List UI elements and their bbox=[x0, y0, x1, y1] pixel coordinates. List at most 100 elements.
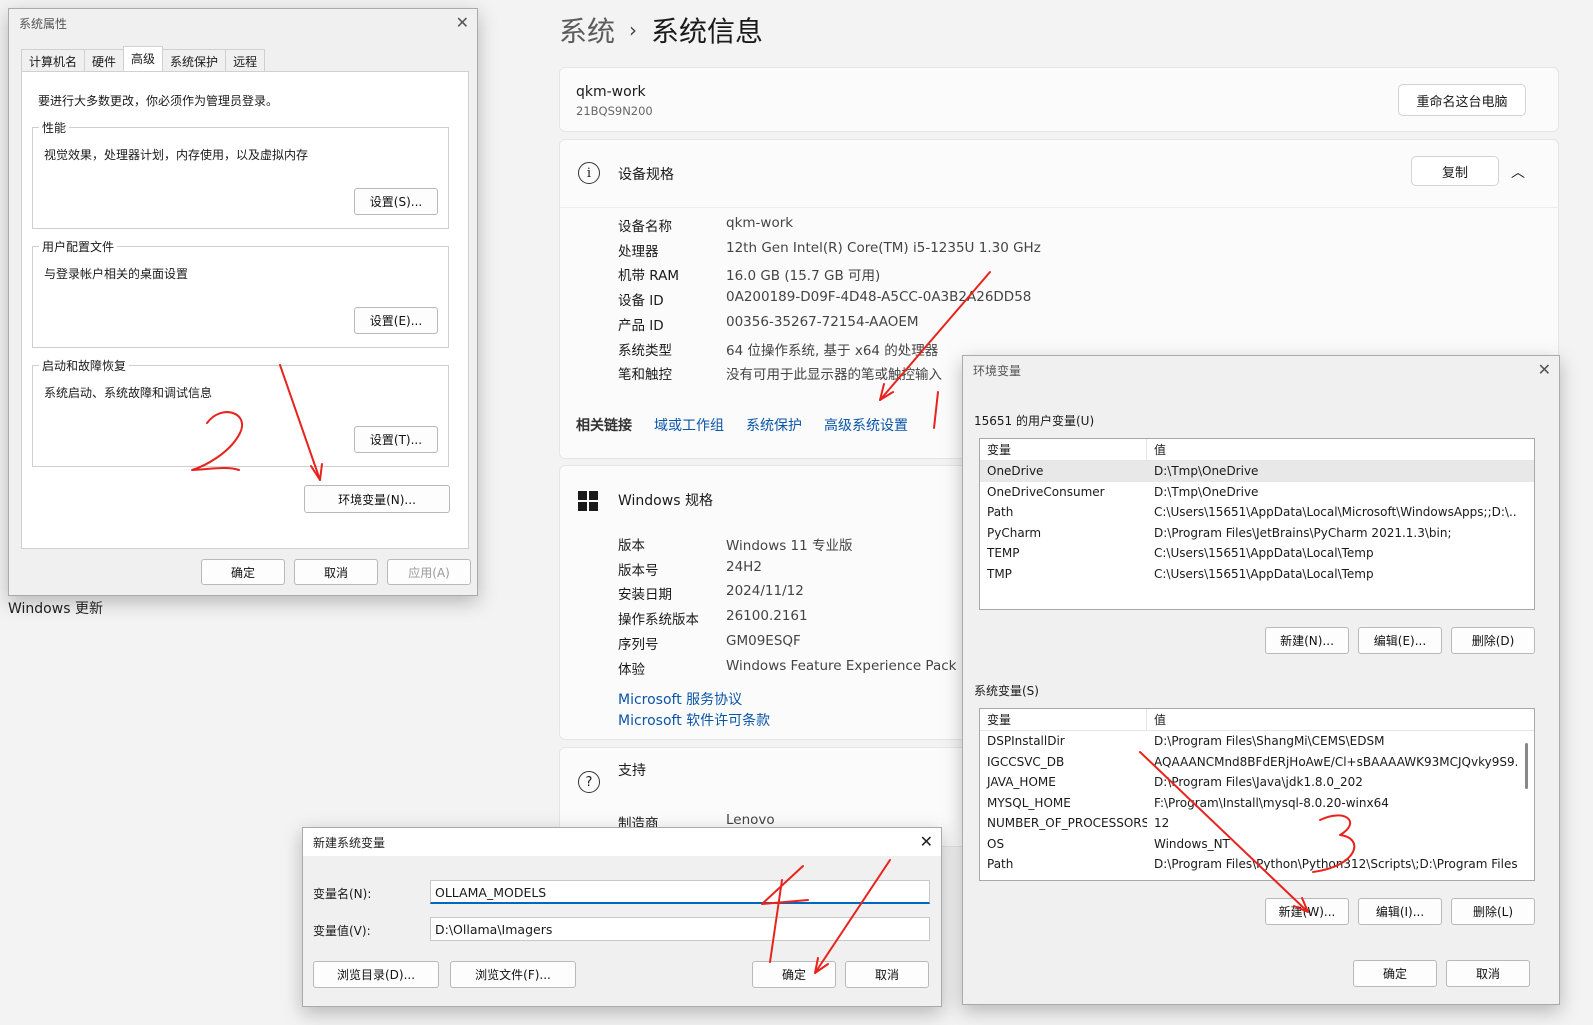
list-item[interactable]: OneDrive D:\Tmp\OneDrive bbox=[980, 461, 1534, 482]
spec-row: 序列号 GM09ESQF bbox=[618, 633, 801, 653]
pc-name: qkm-work bbox=[576, 84, 646, 100]
system-new-button[interactable]: 新建(W)... bbox=[1265, 898, 1349, 925]
link-ms-license-terms[interactable]: Microsoft 软件许可条款 bbox=[618, 710, 770, 730]
variable-value: D:\Program Files\ShangMi\CEMS\EDSM bbox=[1154, 734, 1385, 749]
variable-name: Path bbox=[987, 505, 1014, 520]
link-advanced-system-settings[interactable]: 高级系统设置 bbox=[824, 415, 908, 435]
col-variable[interactable]: 变量 bbox=[980, 439, 1147, 460]
spec-row: 系统类型 64 位操作系统, 基于 x64 的处理器 bbox=[618, 339, 938, 359]
col-value[interactable]: 值 bbox=[1147, 711, 1166, 728]
col-value[interactable]: 值 bbox=[1147, 441, 1166, 458]
variable-value: C:\Users\15651\AppData\Local\Temp bbox=[1154, 546, 1374, 561]
user-profile-settings-button[interactable]: 设置(E)... bbox=[354, 307, 438, 334]
related-links: 相关链接 域或工作组 系统保护 高级系统设置 bbox=[576, 415, 908, 435]
windows-logo-icon bbox=[578, 491, 598, 511]
environment-variables-dialog: 环境变量 ✕ 15651 的用户变量(U) 变量 值 OneDrive D:\Tm… bbox=[962, 355, 1560, 1005]
variable-value: D:\Program Files\Python\Python312\Script… bbox=[1154, 857, 1517, 872]
variable-name: DSPInstallDir bbox=[987, 734, 1065, 749]
spec-value: GM09ESQF bbox=[726, 632, 801, 649]
system-properties-dialog: 系统属性 ✕ 计算机名 硬件 高级 系统保护 远程 要进行大多数更改，你必须作为… bbox=[8, 8, 478, 596]
variable-value: D:\Tmp\OneDrive bbox=[1154, 464, 1259, 479]
ok-button[interactable]: 确定 bbox=[752, 961, 836, 988]
chevron-up-icon[interactable]: ︿ bbox=[1511, 162, 1525, 182]
breadcrumb-parent[interactable]: 系统 bbox=[559, 10, 615, 50]
system-edit-button[interactable]: 编辑(I)... bbox=[1358, 898, 1442, 925]
spec-key: 设备名称 bbox=[618, 219, 672, 235]
group-user-profiles: 用户配置文件 与登录帐户相关的桌面设置 设置(E)... bbox=[32, 238, 449, 348]
list-item[interactable]: TMP C:\Users\15651\AppData\Local\Temp bbox=[980, 564, 1534, 585]
startup-settings-button[interactable]: 设置(T)... bbox=[354, 426, 438, 453]
user-new-button[interactable]: 新建(N)... bbox=[1265, 627, 1349, 654]
info-icon: i bbox=[578, 162, 600, 184]
user-delete-button[interactable]: 删除(D) bbox=[1451, 627, 1535, 654]
spec-row: 设备名称 qkm-work bbox=[618, 215, 793, 235]
group-performance: 性能 视觉效果，处理器计划，内存使用，以及虚拟内存 设置(S)... bbox=[32, 119, 449, 229]
browse-directory-button[interactable]: 浏览目录(D)... bbox=[313, 961, 439, 988]
apply-button[interactable]: 应用(A) bbox=[387, 559, 471, 585]
list-item[interactable]: Path D:\Program Files\Python\Python312\Sc… bbox=[980, 854, 1534, 875]
breadcrumb-separator: › bbox=[629, 18, 638, 42]
device-specs-title: 设备规格 bbox=[618, 167, 674, 183]
tab-advanced[interactable]: 高级 bbox=[123, 46, 164, 73]
spec-row: 体验 Windows Feature Experience Pack 1000 bbox=[618, 658, 995, 678]
copy-button[interactable]: 复制 bbox=[1411, 156, 1499, 186]
spec-value: Windows Feature Experience Pack 1000 bbox=[726, 657, 996, 674]
user-edit-button[interactable]: 编辑(E)... bbox=[1358, 627, 1442, 654]
close-icon[interactable]: ✕ bbox=[456, 13, 469, 32]
list-item[interactable]: JAVA_HOME D:\Program Files\Java\jdk1.8.0_… bbox=[980, 772, 1534, 793]
var-name-label: 变量名(N): bbox=[313, 887, 372, 901]
variable-name: TMP bbox=[987, 566, 1012, 581]
col-variable[interactable]: 变量 bbox=[980, 709, 1147, 730]
system-vars-list[interactable]: 变量 值 DSPInstallDir D:\Program Files\Shang… bbox=[979, 708, 1535, 881]
dialog-title: 新建系统变量 bbox=[303, 828, 941, 856]
list-item[interactable]: TEMP C:\Users\15651\AppData\Local\Temp bbox=[980, 543, 1534, 564]
variable-value: D:\Program Files\JetBrains\PyCharm 2021.… bbox=[1154, 525, 1452, 540]
link-ms-service-agreement[interactable]: Microsoft 服务协议 bbox=[618, 689, 742, 709]
spec-value: 没有可用于此显示器的笔或触控输入 bbox=[726, 367, 942, 384]
system-vars-label: 系统变量(S) bbox=[974, 684, 1039, 698]
var-value-input[interactable]: D:\Ollama\Imagers bbox=[430, 917, 930, 941]
list-item[interactable]: Path C:\Users\15651\AppData\Local\Microso… bbox=[980, 502, 1534, 523]
ok-button[interactable]: 确定 bbox=[1353, 960, 1437, 987]
spec-value: 00356-35267-72154-AAOEM bbox=[726, 313, 919, 330]
variable-value: AQAAANCMnd8BFdERjHoAwE/Cl+sBAAAAWK93MCJQ… bbox=[1154, 754, 1517, 769]
var-name-input[interactable]: OLLAMA_MODELS bbox=[430, 880, 930, 904]
spec-row: 版本号 24H2 bbox=[618, 559, 762, 579]
group-desc: 与登录帐户相关的桌面设置 bbox=[44, 267, 189, 281]
group-label: 用户配置文件 bbox=[39, 238, 118, 255]
spec-value: 12th Gen Intel(R) Core(TM) i5-1235U 1.30… bbox=[726, 239, 1041, 256]
list-item[interactable]: PyCharm D:\Program Files\JetBrains\PyChar… bbox=[980, 523, 1534, 544]
user-vars-list[interactable]: 变量 值 OneDrive D:\Tmp\OneDrive OneDriveCons… bbox=[979, 438, 1535, 610]
list-item[interactable]: IGCCSVC_DB AQAAANCMnd8BFdERjHoAwE/Cl+sBAA… bbox=[980, 752, 1534, 773]
variable-name: IGCCSVC_DB bbox=[987, 754, 1065, 769]
environment-variables-button[interactable]: 环境变量(N)... bbox=[304, 485, 450, 513]
spec-value: 0A200189-D09F-4D48-A5CC-0A3B2A26DD58 bbox=[726, 289, 1032, 306]
cancel-button[interactable]: 取消 bbox=[1446, 960, 1530, 987]
browse-file-button[interactable]: 浏览文件(F)... bbox=[450, 961, 576, 988]
admin-note: 要进行大多数更改，你必须作为管理员登录。 bbox=[38, 94, 279, 108]
ok-button[interactable]: 确定 bbox=[201, 559, 285, 585]
variable-name: PyCharm bbox=[987, 525, 1042, 540]
close-icon[interactable]: ✕ bbox=[1538, 360, 1551, 379]
dialog-title: 环境变量 bbox=[973, 364, 1022, 378]
system-delete-button[interactable]: 删除(L) bbox=[1451, 898, 1535, 925]
cancel-button[interactable]: 取消 bbox=[294, 559, 378, 585]
spec-key: 操作系统版本 bbox=[618, 612, 699, 629]
link-system-protection[interactable]: 系统保护 bbox=[746, 415, 802, 435]
list-item[interactable]: OS Windows_NT bbox=[980, 834, 1534, 855]
sidebar-item-windows-update[interactable]: Windows 更新 bbox=[8, 598, 103, 618]
list-item[interactable]: OneDriveConsumer D:\Tmp\OneDrive bbox=[980, 482, 1534, 503]
spec-value: qkm-work bbox=[726, 215, 794, 231]
performance-settings-button[interactable]: 设置(S)... bbox=[354, 188, 438, 215]
scrollbar-thumb[interactable] bbox=[1525, 743, 1528, 789]
list-item[interactable]: DSPInstallDir D:\Program Files\ShangMi\CE… bbox=[980, 731, 1534, 752]
close-icon[interactable]: ✕ bbox=[920, 832, 933, 851]
list-item[interactable]: MYSQL_HOME F:\Program\Install\mysql-8.0.2… bbox=[980, 793, 1534, 814]
spec-key: 体验 bbox=[618, 661, 645, 678]
rename-pc-button[interactable]: 重命名这台电脑 bbox=[1398, 84, 1526, 116]
list-item[interactable]: NUMBER_OF_PROCESSORS 12 bbox=[980, 813, 1534, 834]
link-domain-workgroup[interactable]: 域或工作组 bbox=[654, 415, 724, 435]
spec-row: 机带 RAM 16.0 GB (15.7 GB 可用) bbox=[618, 264, 880, 284]
cancel-button[interactable]: 取消 bbox=[845, 961, 929, 988]
device-specs-header[interactable]: i 设备规格 复制 ︿ bbox=[560, 140, 1558, 208]
